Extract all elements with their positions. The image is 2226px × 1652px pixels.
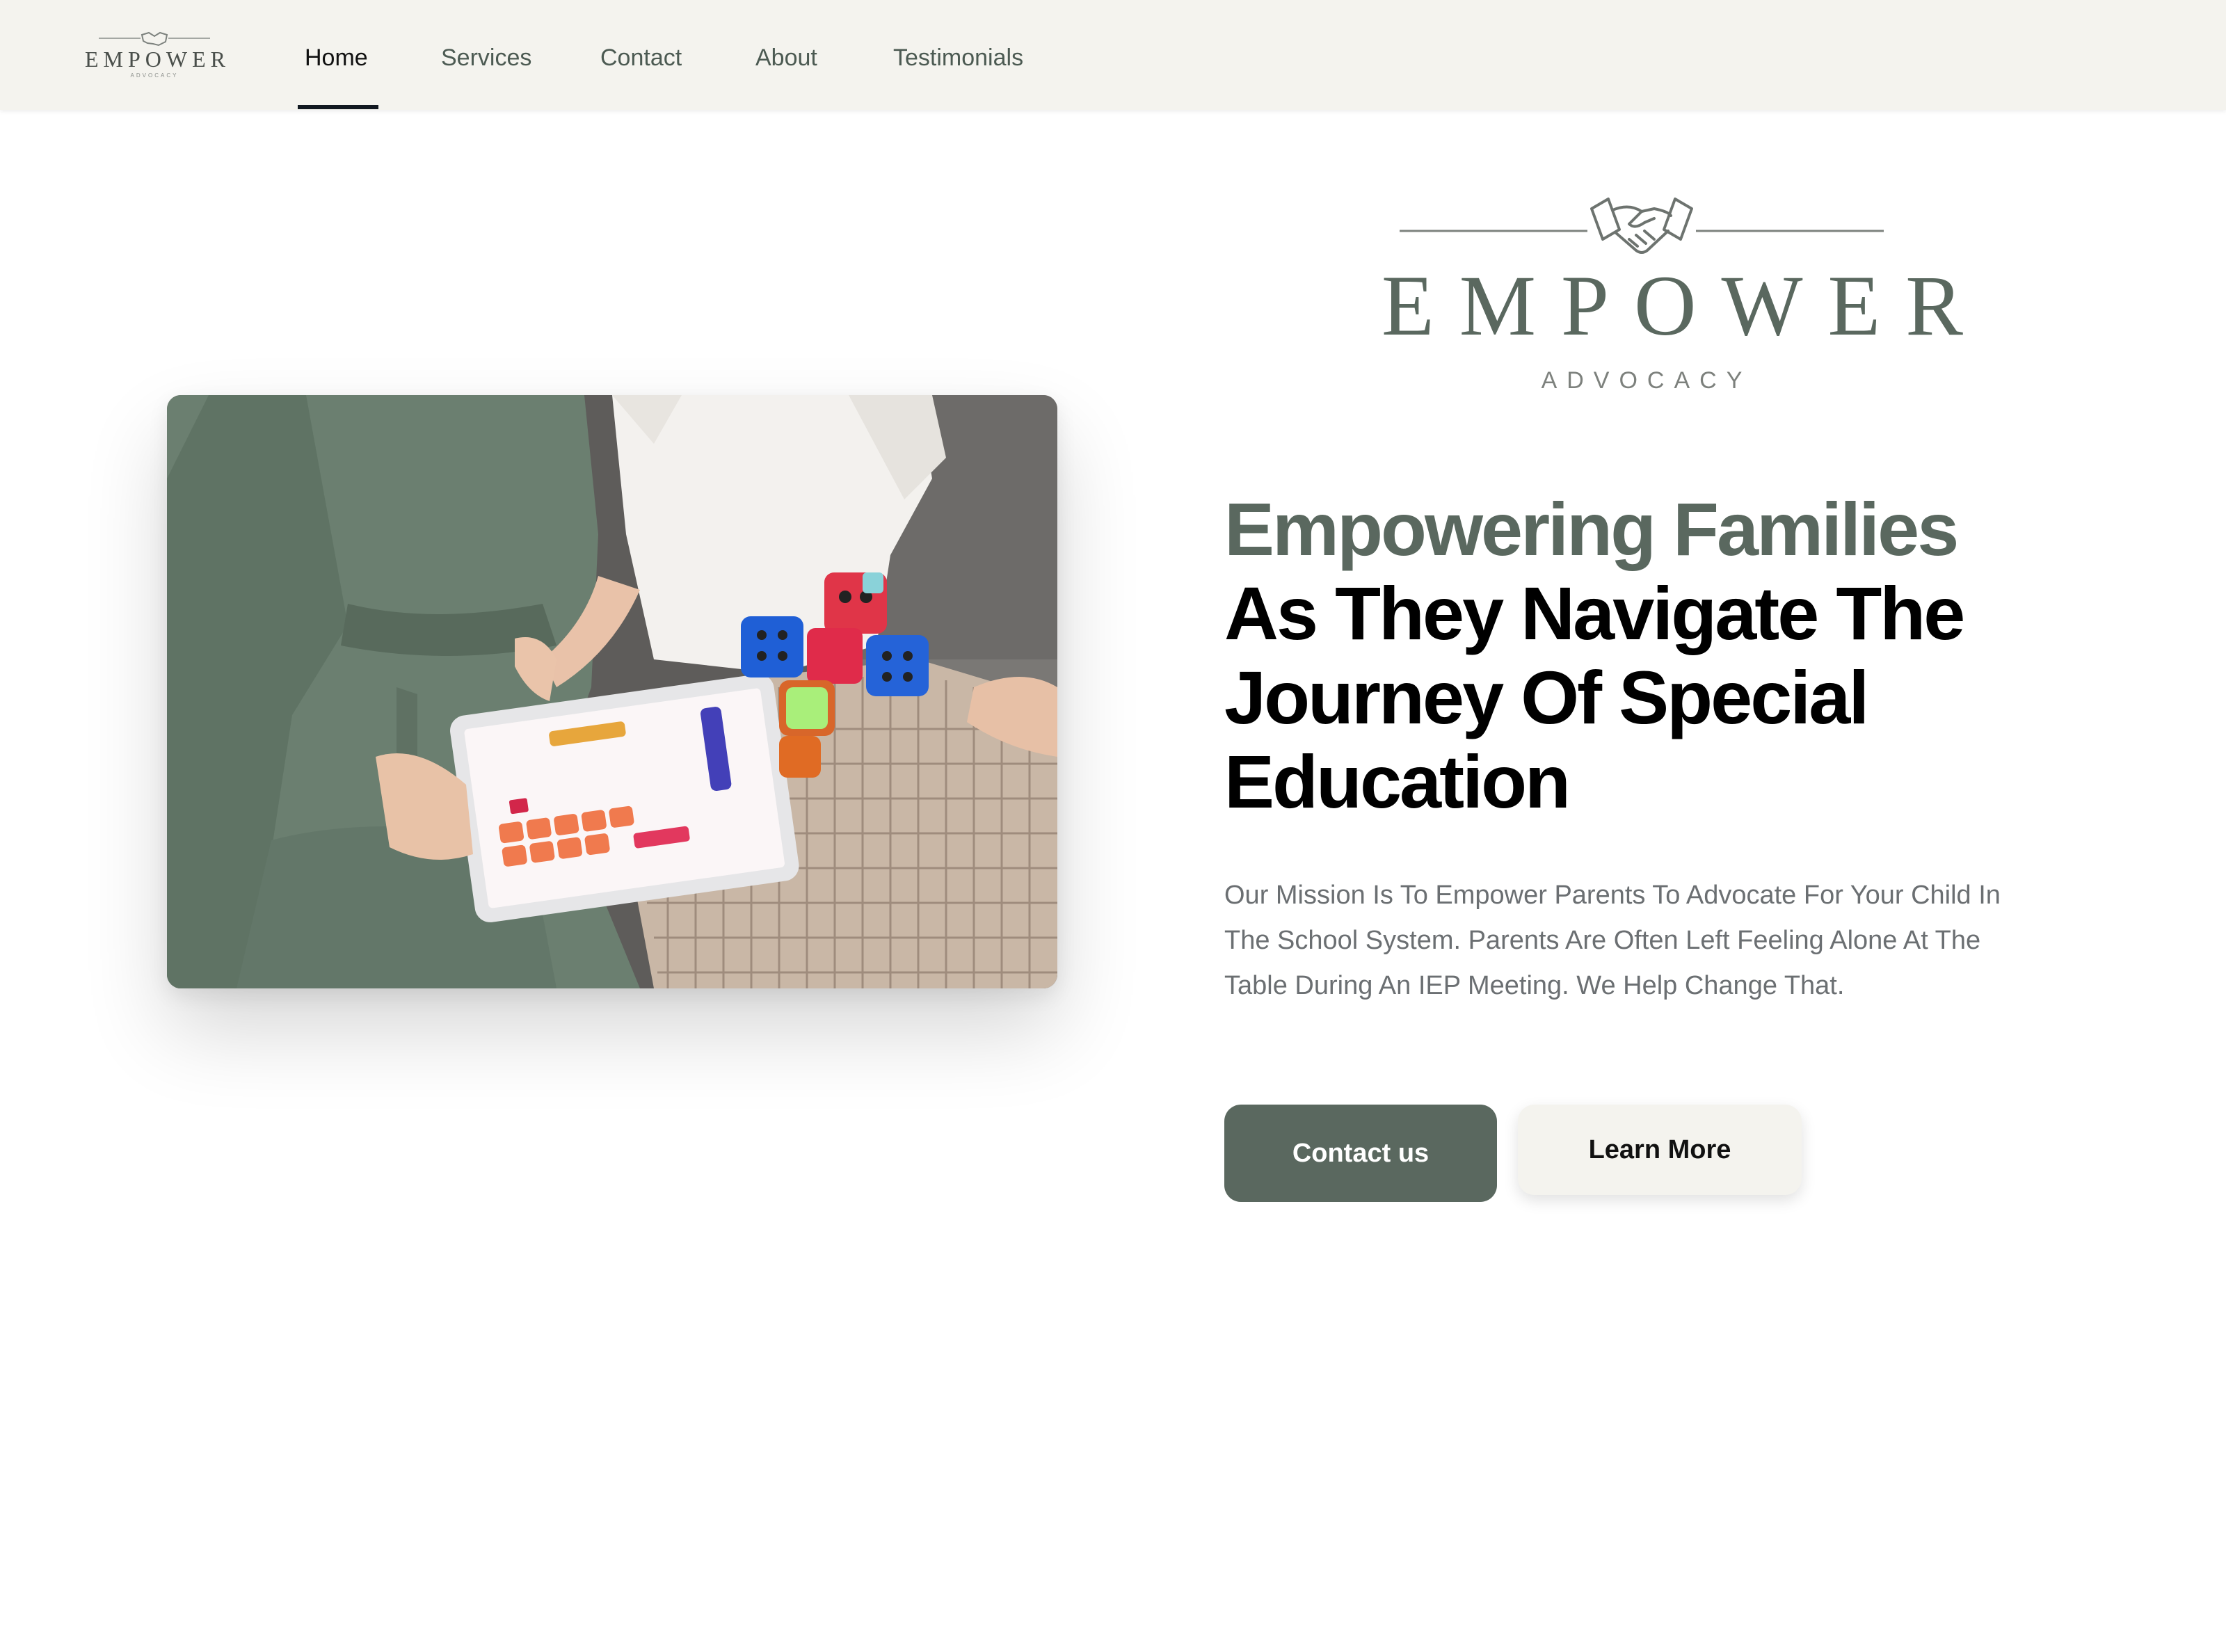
nav-item-contact[interactable]: Contact [600,40,682,75]
brand-logo: EMPOWER ADVOCACY [1356,188,1988,410]
nav-logo-tagline: ADVOCACY [130,72,179,79]
mother-child-tablet-illustration [167,395,1057,988]
nav-item-testimonials[interactable]: Testimonials [893,40,1023,75]
handshake-icon [1400,198,1884,254]
brand-wordmark: EMPOWER [1382,258,1988,353]
nav-item-services[interactable]: Services [441,40,531,75]
active-nav-indicator [298,105,378,109]
brand-tagline: ADVOCACY [1541,367,1752,394]
mission-statement: Our Mission Is To Empower Parents To Adv… [1224,881,2001,1000]
nav-logo-wordmark: EMPOWER [85,47,230,72]
nav-item-home[interactable]: Home [305,40,368,75]
hero-photo [167,395,1057,988]
handshake-icon [99,31,210,47]
contact-us-button[interactable]: Contact us [1224,1105,1497,1202]
hero-headline: Empowering Families As They Navigate The… [1224,487,2101,824]
nav-logo[interactable]: EMPOWER ADVOCACY [85,28,230,83]
top-navbar: EMPOWER ADVOCACY Home Services Contact A… [0,0,2226,110]
headline-accent: Empowering Families [1224,487,1959,571]
nav-item-about[interactable]: About [755,40,817,75]
headline-rest: As They Navigate The Journey Of Special … [1224,571,1965,824]
learn-more-button[interactable]: Learn More [1518,1105,1802,1195]
